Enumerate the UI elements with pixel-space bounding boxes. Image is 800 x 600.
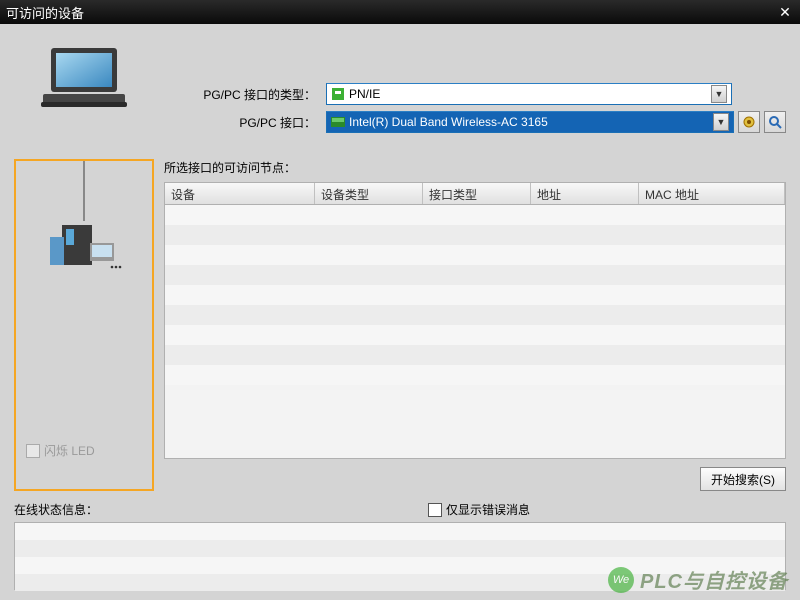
pnie-icon xyxy=(331,88,345,100)
configure-icon-button[interactable] xyxy=(738,111,760,133)
chevron-down-icon[interactable]: ▼ xyxy=(713,113,729,131)
interface-type-value: PN/IE xyxy=(349,87,711,101)
error-only-checkbox[interactable]: 仅显示错误消息 xyxy=(428,501,530,518)
flash-led-checkbox: 闪烁 LED xyxy=(26,442,95,459)
table-body xyxy=(165,205,785,458)
network-adapter-icon xyxy=(331,117,345,127)
status-label: 在线状态信息： xyxy=(14,501,98,518)
watermark-text: PLC与自控设备 xyxy=(640,565,788,594)
laptop-icon xyxy=(39,46,129,119)
window-title: 可访问的设备 xyxy=(6,3,776,22)
table-row xyxy=(165,285,785,305)
wechat-icon: We xyxy=(608,567,634,593)
table-row xyxy=(165,365,785,385)
col-address[interactable]: 地址 xyxy=(531,183,639,204)
col-interface-type[interactable]: 接口类型 xyxy=(423,183,531,204)
table-row xyxy=(165,245,785,265)
interface-type-label: PG/PC 接口的类型： xyxy=(166,86,316,103)
device-panel: 闪烁 LED xyxy=(14,159,154,491)
flash-led-label: 闪烁 LED xyxy=(44,442,95,459)
error-only-label: 仅显示错误消息 xyxy=(446,501,530,518)
interface-type-select[interactable]: PN/IE ▼ xyxy=(326,83,732,105)
watermark: We PLC与自控设备 xyxy=(608,565,788,594)
table-row xyxy=(165,325,785,345)
start-search-button[interactable]: 开始搜索(S) xyxy=(700,467,786,491)
devices-table: 设备 设备类型 接口类型 地址 MAC 地址 xyxy=(164,182,786,459)
table-row xyxy=(165,205,785,225)
table-row xyxy=(165,265,785,285)
col-device[interactable]: 设备 xyxy=(165,183,315,204)
checkbox-icon xyxy=(26,444,40,458)
interface-label: PG/PC 接口： xyxy=(166,114,316,131)
table-header: 设备 设备类型 接口类型 地址 MAC 地址 xyxy=(165,183,785,205)
checkbox-icon xyxy=(428,503,442,517)
chevron-down-icon[interactable]: ▼ xyxy=(711,85,727,103)
plc-device-icon xyxy=(44,221,124,274)
col-device-type[interactable]: 设备类型 xyxy=(315,183,423,204)
close-icon[interactable]: ✕ xyxy=(776,3,794,21)
table-row xyxy=(165,345,785,365)
col-mac-address[interactable]: MAC 地址 xyxy=(639,183,785,204)
interface-select[interactable]: Intel(R) Dual Band Wireless-AC 3165 ▼ xyxy=(326,111,734,133)
titlebar: 可访问的设备 ✕ xyxy=(0,0,800,24)
nodes-label: 所选接口的可访问节点： xyxy=(164,159,786,176)
table-row xyxy=(165,225,785,245)
search-icon-button[interactable] xyxy=(764,111,786,133)
table-row xyxy=(165,305,785,325)
interface-value: Intel(R) Dual Band Wireless-AC 3165 xyxy=(349,115,713,129)
